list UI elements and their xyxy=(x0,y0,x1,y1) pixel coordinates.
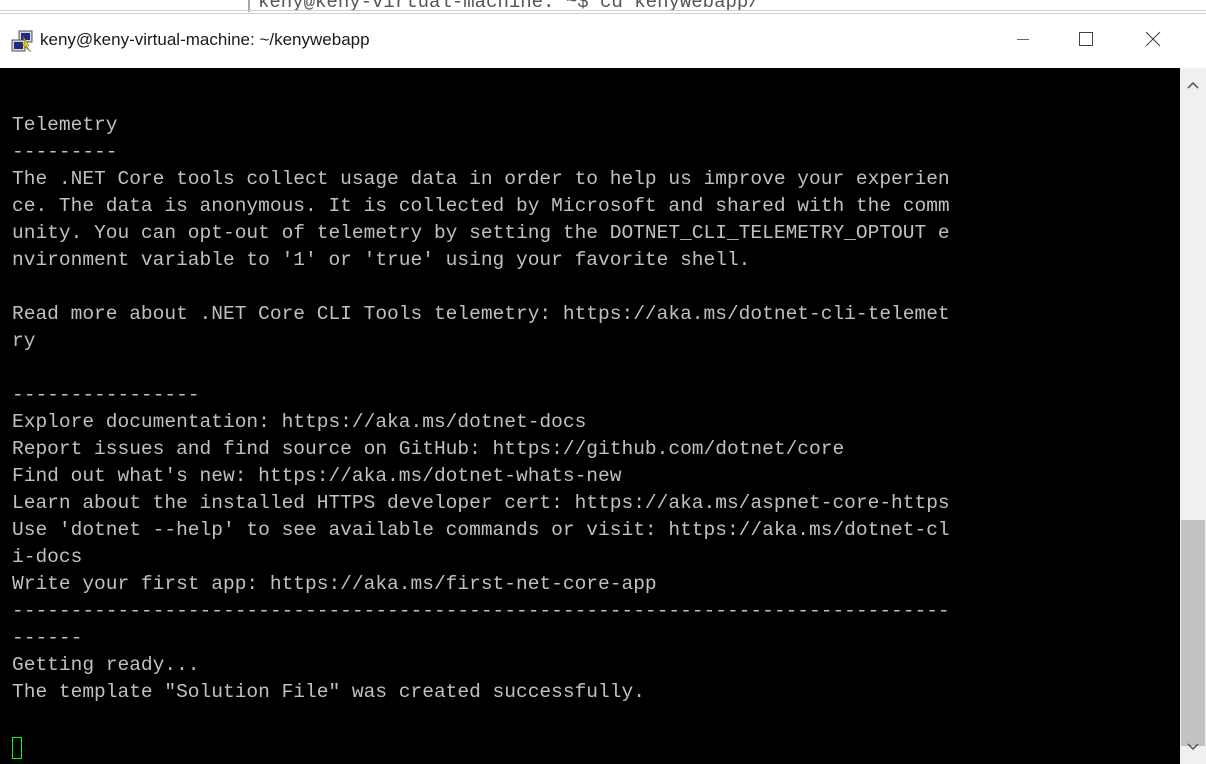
window-title: keny@keny-virtual-machine: ~/kenywebapp xyxy=(40,30,370,49)
terminal-line: ry xyxy=(12,330,36,352)
maximize-icon xyxy=(1078,31,1094,52)
scroll-up-arrow-icon xyxy=(1187,76,1199,94)
terminal-line: Read more about .NET Core CLI Tools tele… xyxy=(12,303,950,325)
terminal-line: The .NET Core tools collect usage data i… xyxy=(12,168,950,190)
close-button[interactable] xyxy=(1130,14,1176,68)
terminal-line: --------- xyxy=(12,141,118,163)
minimize-icon xyxy=(1016,32,1030,51)
title-bar[interactable]: keny@keny-virtual-machine: ~/kenywebapp xyxy=(0,14,1206,68)
terminal-line: ----------------------------------------… xyxy=(12,600,950,622)
terminal-cursor xyxy=(12,737,22,759)
background-divider xyxy=(0,10,1206,11)
terminal-line: The template "Solution File" was created… xyxy=(12,681,645,703)
scroll-up-button[interactable] xyxy=(1180,68,1206,102)
background-window-strip: keny@keny-virtual-machine: ~$ cd kenyweb… xyxy=(0,0,1206,14)
scroll-down-arrow-icon xyxy=(1187,738,1199,756)
vertical-scrollbar[interactable] xyxy=(1180,68,1206,764)
minimize-button[interactable] xyxy=(1000,14,1046,68)
terminal-line: ---------------- xyxy=(12,384,200,406)
terminal-line: Explore documentation: https://aka.ms/do… xyxy=(12,411,587,433)
terminal-line: Write your first app: https://aka.ms/fir… xyxy=(12,573,657,595)
putty-icon[interactable] xyxy=(10,30,34,54)
scrollbar-thumb[interactable] xyxy=(1181,520,1205,746)
terminal-line: ------ xyxy=(12,627,83,649)
terminal-line: unity. You can opt-out of telemetry by s… xyxy=(12,222,950,244)
terminal-line: Use 'dotnet --help' to see available com… xyxy=(12,519,950,541)
terminal-line: Telemetry xyxy=(12,114,118,136)
terminal-line: nvironment variable to '1' or 'true' usi… xyxy=(12,249,751,271)
terminal-line: Find out what's new: https://aka.ms/dotn… xyxy=(12,465,622,487)
terminal-output[interactable]: Telemetry --------- The .NET Core tools co… xyxy=(0,68,1180,764)
terminal-line: i-docs xyxy=(12,546,83,568)
terminal-line: Getting ready... xyxy=(12,654,200,676)
terminal-line: Report issues and find source on GitHub:… xyxy=(12,438,845,460)
terminal-line: ce. The data is anonymous. It is collect… xyxy=(12,195,950,217)
terminal-text: Telemetry --------- The .NET Core tools co… xyxy=(12,85,950,706)
maximize-button[interactable] xyxy=(1063,14,1109,68)
terminal-line: Learn about the installed HTTPS develope… xyxy=(12,492,950,514)
background-terminal-text: keny@keny-virtual-machine: ~$ cd kenyweb… xyxy=(258,0,760,13)
close-icon xyxy=(1144,30,1162,53)
putty-window: keny@keny-virtual-machine: ~/kenywebapp … xyxy=(0,13,1206,764)
scroll-down-button[interactable] xyxy=(1180,730,1206,764)
